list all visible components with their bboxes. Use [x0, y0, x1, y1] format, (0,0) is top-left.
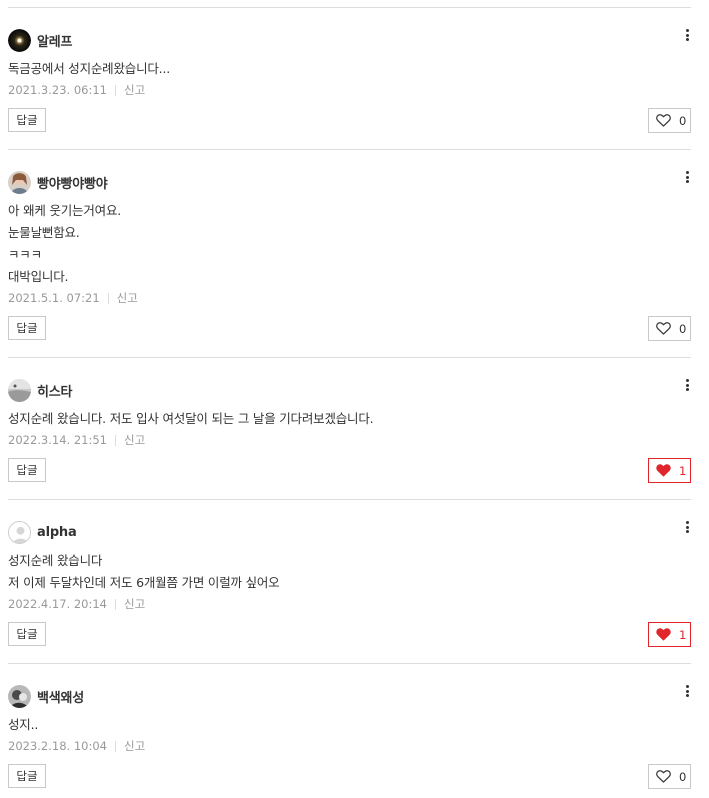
like-count: 1	[679, 627, 687, 642]
username[interactable]: 히스타	[37, 381, 72, 400]
username[interactable]: 빵야빵야빵야	[37, 173, 108, 192]
comment-item: 빵야빵야빵야 아 왜케 웃기는거여요. 눈물날뻔함요. ㅋㅋㅋ 대박입니다. 2…	[8, 150, 691, 358]
meta-divider	[107, 292, 109, 304]
reply-button[interactable]: 답글	[8, 458, 46, 482]
comment-item: 백색왜성 성지.. 2023.2.18. 10:04 신고 답글 0	[8, 664, 691, 798]
comment-line: 눈물날뻔함요.	[8, 225, 80, 240]
comment-line: 성지순례 왔습니다	[8, 553, 103, 568]
comment-header: 알레프	[8, 28, 72, 52]
like-count: 0	[679, 321, 687, 336]
like-count: 0	[679, 769, 687, 784]
comment-meta: 2023.2.18. 10:04 신고	[8, 738, 145, 754]
meta-divider	[114, 598, 116, 610]
comment-item: 히스타 성지순례 왔습니다. 저도 입사 여섯달이 되는 그 날을 기다려보겠습…	[8, 358, 691, 500]
more-options-icon[interactable]	[683, 170, 691, 184]
comment-line: 아 왜케 웃기는거여요.	[8, 203, 122, 218]
like-button[interactable]: 1	[648, 622, 691, 647]
sketch-avatar-icon[interactable]	[8, 684, 31, 708]
comment-line: 성지순례 왔습니다. 저도 입사 여섯달이 되는 그 날을 기다려보겠습니다.	[8, 411, 374, 426]
reply-button[interactable]: 답글	[8, 108, 46, 132]
comment-list: 알레프 독금공에서 성지순례왔습니다... 2021.3.23. 06:11 신…	[8, 7, 691, 798]
comment-text: 성지..	[8, 714, 38, 736]
comment-item: alpha 성지순례 왔습니다 저 이제 두달차인데 저도 6개월쯤 가면 이럴…	[8, 500, 691, 664]
comment-line: 대박입니다.	[8, 269, 69, 284]
more-options-icon[interactable]	[683, 520, 691, 534]
meta-divider	[114, 84, 116, 96]
report-link[interactable]: 신고	[124, 596, 145, 612]
more-options-icon[interactable]	[683, 378, 691, 392]
report-link[interactable]: 신고	[117, 290, 138, 306]
username[interactable]: 알레프	[37, 31, 72, 50]
like-button[interactable]: 0	[648, 108, 691, 133]
like-button[interactable]: 0	[648, 316, 691, 341]
comment-header: 히스타	[8, 378, 72, 402]
comment-header: 백색왜성	[8, 684, 84, 708]
username[interactable]: 백색왜성	[37, 687, 84, 706]
reply-button[interactable]: 답글	[8, 764, 46, 788]
meta-divider	[114, 740, 116, 752]
more-options-icon[interactable]	[683, 28, 691, 42]
reply-button[interactable]: 답글	[8, 622, 46, 646]
comment-line: ㅋㅋㅋ	[8, 247, 42, 262]
timestamp: 2021.5.1. 07:21	[8, 291, 100, 305]
comment-text: 아 왜케 웃기는거여요. 눈물날뻔함요. ㅋㅋㅋ 대박입니다.	[8, 200, 121, 288]
timestamp: 2023.2.18. 10:04	[8, 739, 107, 753]
timestamp: 2021.3.23. 06:11	[8, 83, 107, 97]
report-link[interactable]: 신고	[124, 432, 145, 448]
default-user-avatar-icon[interactable]	[8, 520, 31, 544]
heart-outline-icon	[656, 114, 671, 127]
heart-filled-icon	[656, 628, 671, 641]
comment-line: 독금공에서 성지순례왔습니다...	[8, 61, 170, 76]
heart-filled-icon	[656, 464, 671, 477]
comment-text: 성지순례 왔습니다 저 이제 두달차인데 저도 6개월쯤 가면 이럴까 싶어오	[8, 550, 280, 594]
heart-outline-icon	[656, 770, 671, 783]
comment-meta: 2021.3.23. 06:11 신고	[8, 82, 145, 98]
galaxy-avatar-icon[interactable]	[8, 28, 31, 52]
username[interactable]: alpha	[37, 525, 77, 540]
reply-button[interactable]: 답글	[8, 316, 46, 340]
more-options-icon[interactable]	[683, 684, 691, 698]
like-button[interactable]: 0	[648, 764, 691, 789]
timestamp: 2022.3.14. 21:51	[8, 433, 107, 447]
like-button[interactable]: 1	[648, 458, 691, 483]
comment-line: 저 이제 두달차인데 저도 6개월쯤 가면 이럴까 싶어오	[8, 575, 280, 590]
heart-outline-icon	[656, 322, 671, 335]
comment-text: 성지순례 왔습니다. 저도 입사 여섯달이 되는 그 날을 기다려보겠습니다.	[8, 408, 374, 430]
comment-line: 성지..	[8, 717, 39, 732]
report-link[interactable]: 신고	[124, 82, 145, 98]
like-count: 1	[679, 463, 687, 478]
landscape-avatar-icon[interactable]	[8, 378, 31, 402]
comment-header: 빵야빵야빵야	[8, 170, 108, 194]
meta-divider	[114, 434, 116, 446]
report-link[interactable]: 신고	[124, 738, 145, 754]
timestamp: 2022.4.17. 20:14	[8, 597, 107, 611]
comment-meta: 2021.5.1. 07:21 신고	[8, 290, 138, 306]
comment-header: alpha	[8, 520, 77, 544]
comment-text: 독금공에서 성지순례왔습니다...	[8, 58, 170, 80]
person-photo-avatar-icon[interactable]	[8, 170, 31, 194]
like-count: 0	[679, 113, 687, 128]
comment-item: 알레프 독금공에서 성지순례왔습니다... 2021.3.23. 06:11 신…	[8, 8, 691, 150]
comment-meta: 2022.3.14. 21:51 신고	[8, 432, 145, 448]
comment-meta: 2022.4.17. 20:14 신고	[8, 596, 145, 612]
